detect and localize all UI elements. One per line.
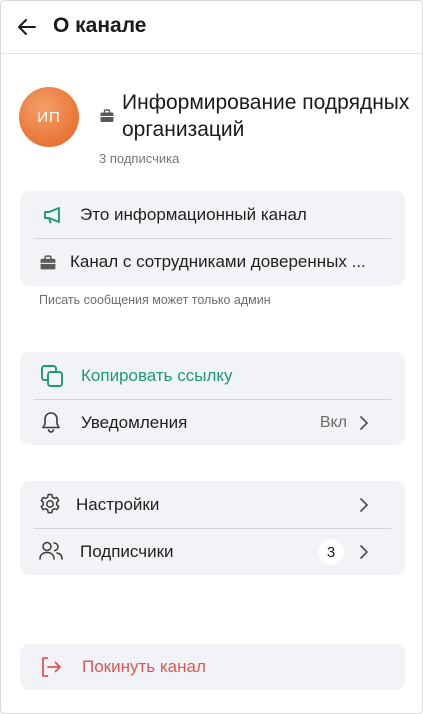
- trusted-employees-row: Канал с сотрудниками доверенных ...: [20, 239, 405, 286]
- copy-icon: [41, 365, 63, 387]
- page-title: О канале: [53, 14, 147, 37]
- settings-row[interactable]: Настройки: [20, 481, 405, 528]
- subscribers-label: Подписчики: [80, 542, 174, 561]
- notifications-row[interactable]: Уведомления Вкл: [20, 400, 405, 445]
- briefcase-icon: [40, 255, 56, 270]
- avatar-initials: ИП: [37, 108, 61, 126]
- channel-type-row: Это информационный канал: [20, 191, 405, 238]
- chevron-right-icon: [360, 545, 368, 559]
- leave-channel-button[interactable]: Покинуть канал: [20, 644, 405, 690]
- notifications-label: Уведомления: [81, 413, 188, 432]
- copy-link-button[interactable]: Копировать ссылку: [20, 352, 405, 399]
- users-icon: [39, 541, 63, 560]
- avatar: ИП: [19, 87, 79, 147]
- logout-icon: [42, 657, 61, 677]
- channel-name: Информирование подрядных организаций: [122, 91, 410, 141]
- gear-icon: [40, 493, 60, 514]
- admin-only-hint: Писать сообщения может только админ: [39, 293, 271, 307]
- leave-channel-label: Покинуть канал: [82, 657, 206, 676]
- megaphone-icon: [44, 207, 60, 224]
- notifications-value: Вкл: [319, 414, 347, 431]
- actions-card: Копировать ссылку Уведомления Вкл: [20, 352, 405, 445]
- settings-card: Настройки Подписчики 3: [20, 481, 405, 575]
- top-bar: О канале: [1, 1, 422, 54]
- copy-link-label: Копировать ссылку: [81, 366, 233, 385]
- channel-type-label: Это информационный канал: [80, 205, 307, 224]
- chevron-right-icon: [360, 498, 368, 512]
- back-arrow-icon[interactable]: [15, 15, 39, 39]
- briefcase-icon: [100, 109, 114, 122]
- channel-info-card: Это информационный канал Канал с сотрудн…: [20, 191, 405, 286]
- subscribers-row[interactable]: Подписчики 3: [20, 529, 405, 575]
- subscribers-count-badge: 3: [318, 539, 344, 565]
- trusted-employees-label: Канал с сотрудниками доверенных ...: [70, 252, 366, 271]
- settings-label: Настройки: [76, 495, 160, 514]
- chevron-right-icon: [360, 416, 368, 430]
- bell-icon: [42, 412, 60, 433]
- app-screen: О канале ИП Информирование подрядных орг…: [0, 0, 423, 714]
- subscriber-count: 3 подписчика: [99, 151, 180, 166]
